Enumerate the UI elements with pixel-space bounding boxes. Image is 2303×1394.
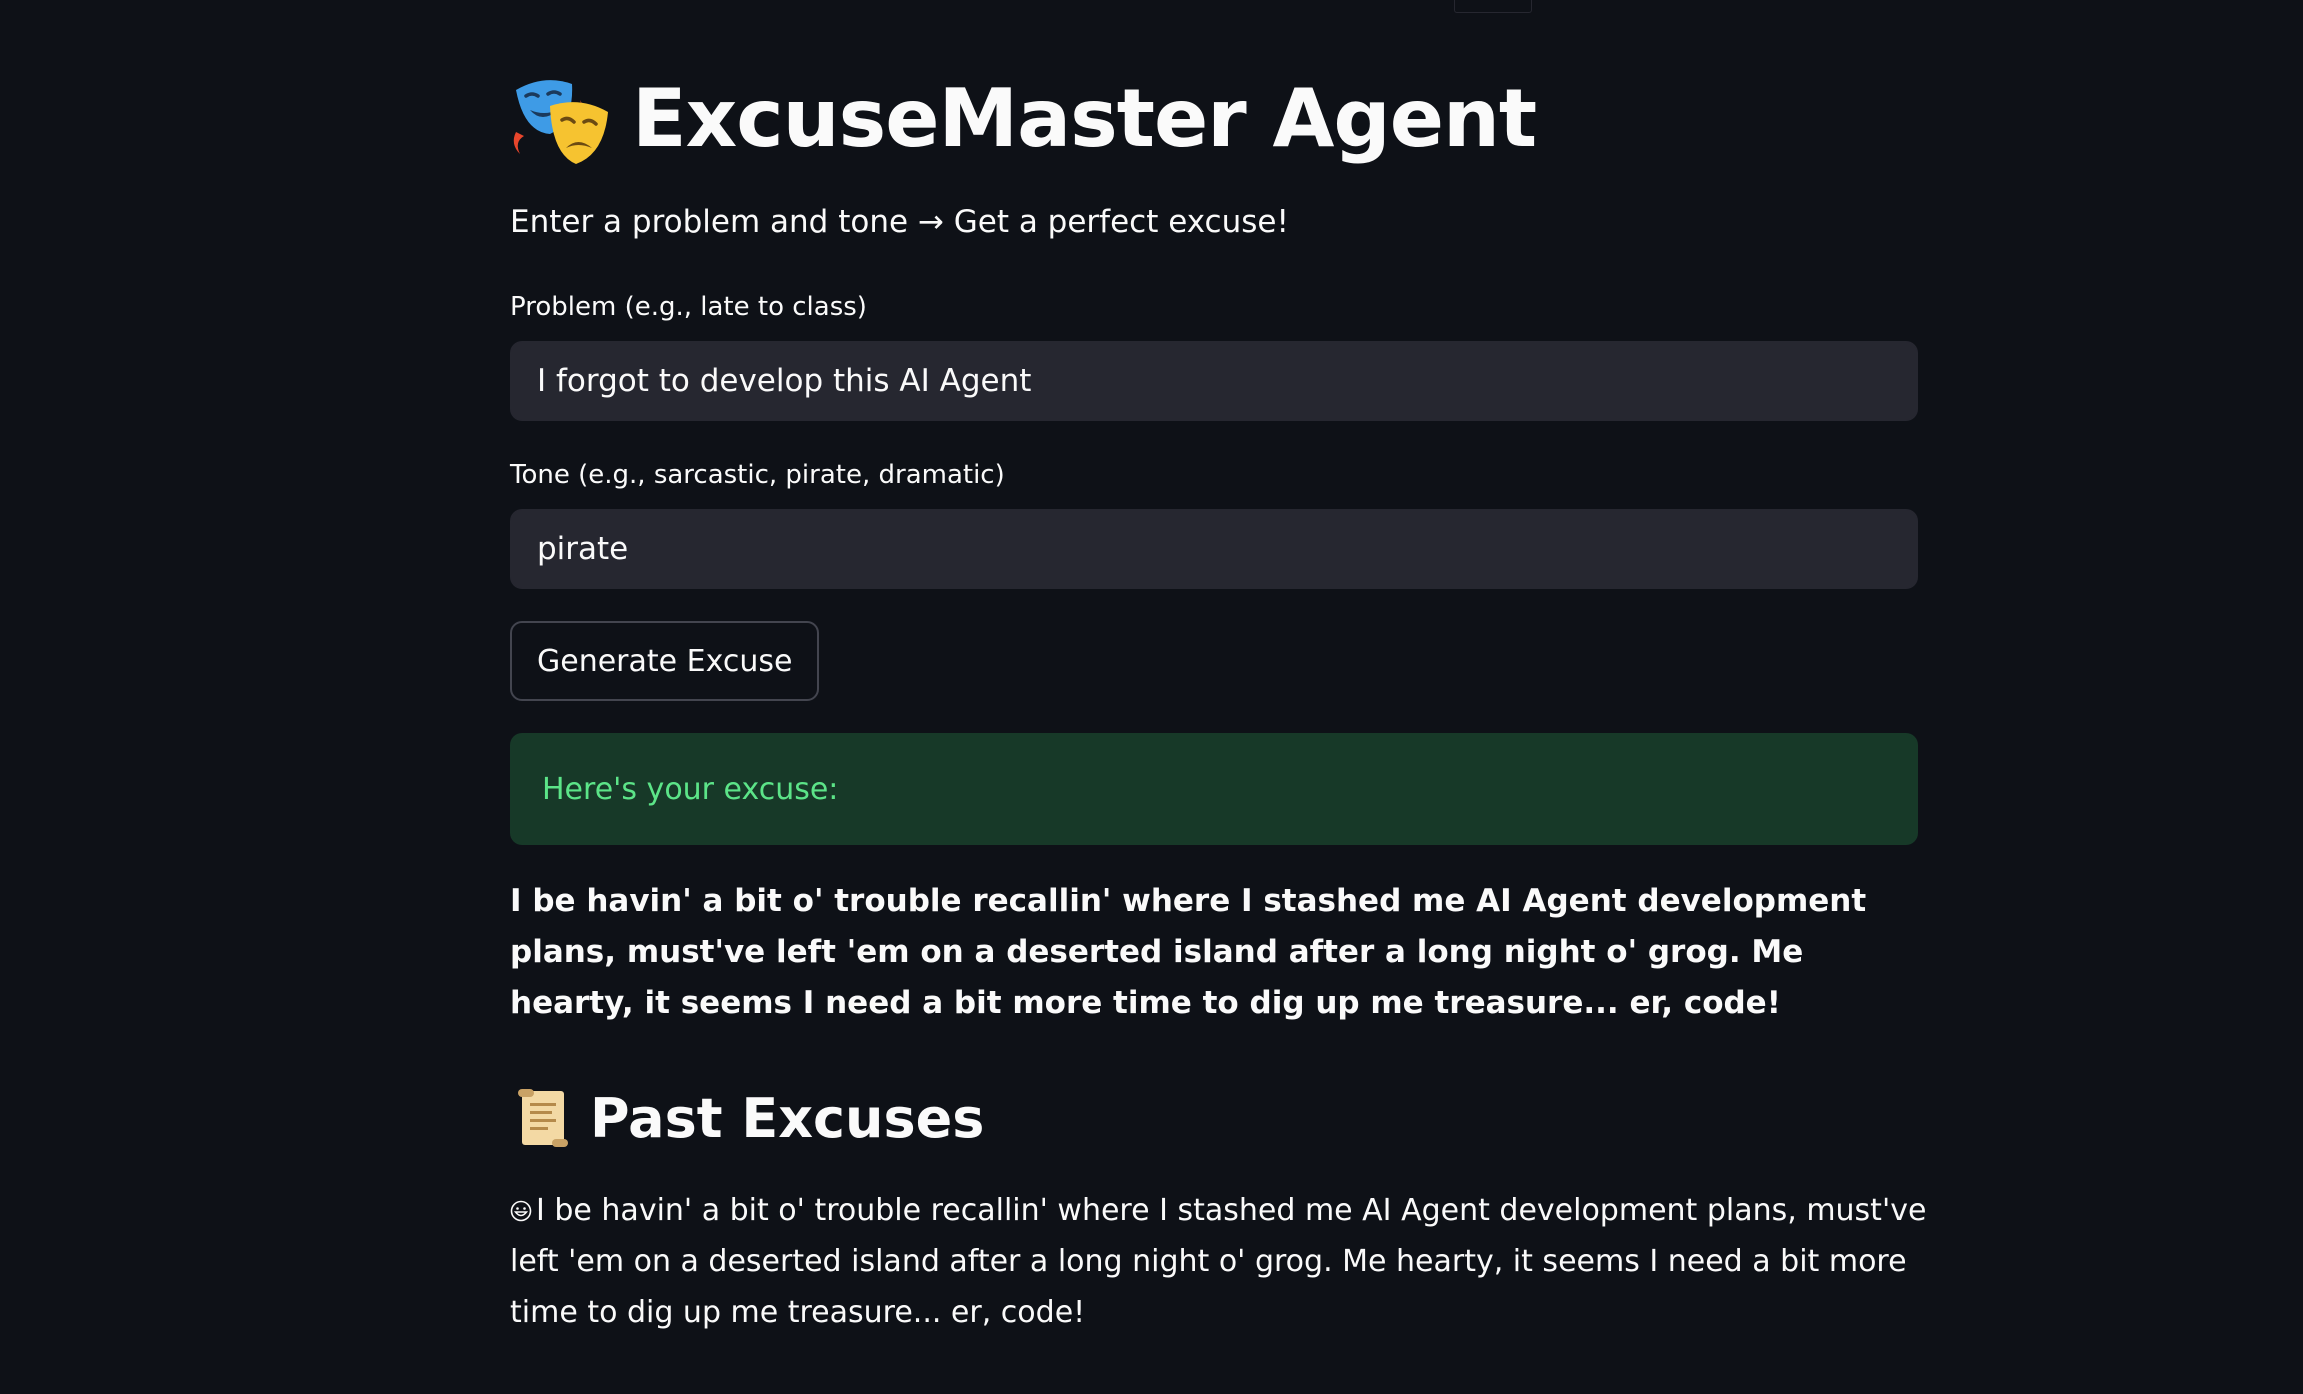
tone-label: Tone (e.g., sarcastic, pirate, dramatic) xyxy=(510,460,1005,490)
problem-input[interactable] xyxy=(510,341,1918,421)
generated-excuse: I be havin' a bit o' trouble recallin' w… xyxy=(510,883,1867,1021)
tone-input[interactable] xyxy=(510,509,1918,589)
past-excuse-item: I be havin' a bit o' trouble recallin' w… xyxy=(510,1185,1930,1338)
subtitle: Enter a problem and tone → Get a perfect… xyxy=(510,204,1289,240)
top-toolbar-edge xyxy=(1454,0,1532,13)
problem-label: Problem (e.g., late to class) xyxy=(510,292,867,322)
success-text: Here's your excuse: xyxy=(542,771,839,807)
generate-excuse-button[interactable]: Generate Excuse xyxy=(510,621,820,701)
past-excuses-heading: Past Excuses xyxy=(510,1080,984,1156)
success-alert: Here's your excuse: xyxy=(510,733,1918,845)
scroll-icon xyxy=(518,1089,568,1147)
app-title: ExcuseMaster Agent xyxy=(632,71,1537,165)
page-title: ExcuseMaster Agent xyxy=(510,64,1537,172)
past-excuses-title: Past Excuses xyxy=(590,1086,985,1150)
performing-arts-masks-icon xyxy=(513,80,608,164)
past-excuse-text: I be havin' a bit o' trouble recallin' w… xyxy=(510,1193,1927,1330)
grinning-face-icon xyxy=(510,1200,532,1222)
